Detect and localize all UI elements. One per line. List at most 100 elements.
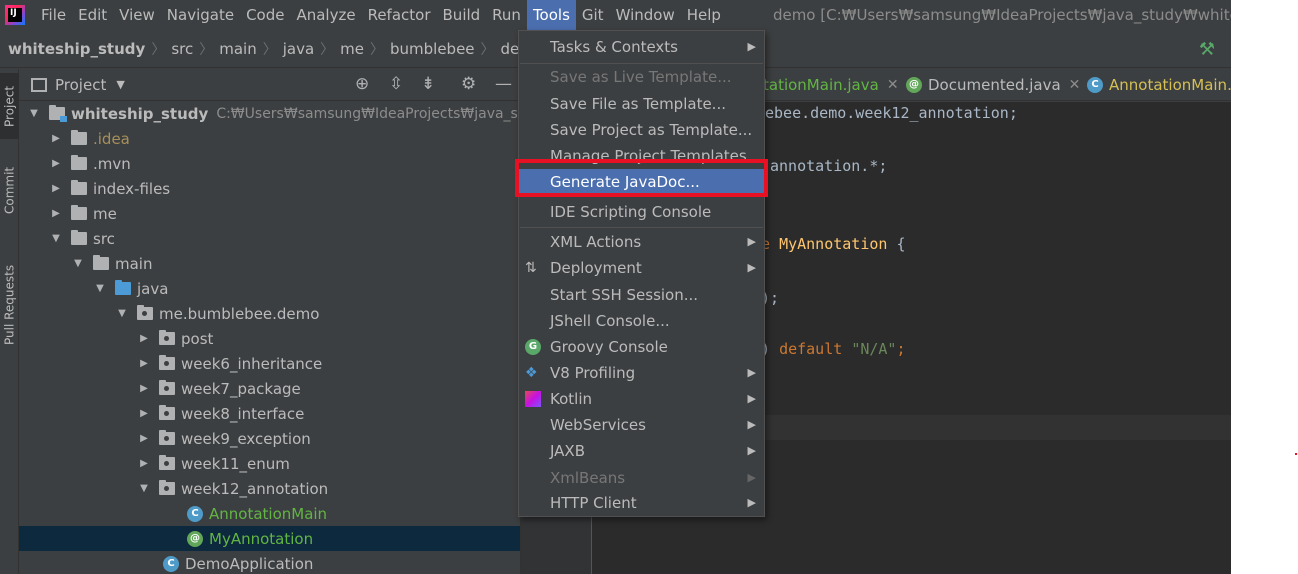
tab-documented-java[interactable]: @ Documented.java ✕ (906, 69, 1080, 101)
tree-row-index-files[interactable]: ▶ index-files (19, 176, 520, 201)
menu-item-label: Deployment (550, 259, 642, 277)
menu-item-label: JAXB (550, 442, 585, 460)
tab-annotation-main-class[interactable]: C AnnotationMain.c (1087, 69, 1231, 101)
submenu-arrow-icon: ▶ (747, 366, 756, 379)
close-icon[interactable]: ✕ (1069, 69, 1081, 101)
hide-panel-icon[interactable]: — (495, 74, 512, 94)
tree-row-annotation-main[interactable]: C AnnotationMain (19, 501, 520, 526)
tree-row-week11[interactable]: ▶ week11_enum (19, 451, 520, 476)
menu-item-label: Save as Live Template... (550, 68, 732, 86)
menu-item-tasks-contexts[interactable]: Tasks & Contexts ▶ (519, 34, 764, 60)
project-panel-header: Project ▼ ⊕ ⇳ ⇟ ⚙ — (19, 69, 520, 101)
tree-row-demo-application[interactable]: C DemoApplication (19, 551, 520, 574)
chevron-right-icon[interactable]: ▶ (49, 133, 63, 144)
stripe-tab-commit[interactable]: Commit (0, 159, 19, 221)
tree-row-mvn[interactable]: ▶ .mvn (19, 151, 520, 176)
menu-item-label: XML Actions (550, 233, 642, 251)
menu-item-deployment[interactable]: ⇅ Deployment ▶ (519, 255, 764, 281)
tree-row-java[interactable]: ▼ java (19, 276, 520, 301)
menu-item-http-client[interactable]: HTTP Client ▶ (519, 490, 764, 516)
chevron-right-icon[interactable]: ▶ (137, 408, 151, 419)
build-hammer-icon[interactable]: ⚒ (1199, 39, 1215, 60)
tree-row-my-annotation[interactable]: @ MyAnnotation (19, 526, 520, 551)
menu-tools[interactable]: Tools (526, 0, 576, 30)
tree-row-idea[interactable]: ▶ .idea (19, 126, 520, 151)
chevron-right-icon[interactable]: ▶ (137, 333, 151, 344)
chevron-down-icon[interactable]: ▼ (116, 78, 124, 91)
tree-row-week7[interactable]: ▶ week7_package (19, 376, 520, 401)
chevron-right-icon[interactable]: ▶ (137, 383, 151, 394)
menu-analyze[interactable]: Analyze (290, 0, 361, 30)
chevron-right-icon[interactable]: ▶ (137, 358, 151, 369)
menu-build[interactable]: Build (437, 0, 487, 30)
menu-refactor[interactable]: Refactor (362, 0, 437, 30)
menu-item-kotlin[interactable]: Kotlin ▶ (519, 386, 764, 412)
menu-code[interactable]: Code (240, 0, 290, 30)
menu-item-label: XmlBeans (550, 469, 626, 487)
breadcrumb-project[interactable]: whiteship_study (8, 40, 145, 58)
menu-item-xml-actions[interactable]: XML Actions ▶ (519, 229, 764, 255)
breadcrumb-src[interactable]: src (171, 40, 193, 58)
chevron-down-icon[interactable]: ▼ (27, 108, 41, 119)
chevron-right-icon[interactable]: ▶ (137, 433, 151, 444)
menu-item-ide-scripting-console[interactable]: IDE Scripting Console (519, 199, 764, 225)
menu-view[interactable]: View (113, 0, 161, 30)
tree-row-week9[interactable]: ▶ week9_exception (19, 426, 520, 451)
menu-item-jaxb[interactable]: JAXB ▶ (519, 438, 764, 464)
menu-run[interactable]: Run (486, 0, 527, 30)
chevron-right-icon[interactable]: ▶ (49, 208, 63, 219)
code-type-name: MyAnnotation (779, 235, 888, 253)
tree-label: src (93, 229, 115, 248)
tree-label: index-files (93, 179, 171, 198)
project-view-icon (31, 77, 47, 92)
menu-navigate[interactable]: Navigate (161, 0, 240, 30)
chevron-right-icon[interactable]: ▶ (137, 458, 151, 469)
breadcrumb-main[interactable]: main (219, 40, 256, 58)
project-panel-title[interactable]: Project (55, 76, 106, 94)
tree-row-week12[interactable]: ▼ week12_annotation (19, 476, 520, 501)
stripe-tab-project[interactable]: Project (0, 73, 19, 139)
stripe-tab-pull-requests[interactable]: Pull Requests (0, 251, 19, 359)
close-icon[interactable]: ✕ (887, 69, 899, 101)
chevron-down-icon[interactable]: ▼ (137, 483, 151, 494)
menu-item-v8-profiling[interactable]: ❖ V8 Profiling ▶ (519, 360, 764, 386)
menu-item-groovy-console[interactable]: G Groovy Console (519, 334, 764, 360)
tree-row-post[interactable]: ▶ post (19, 326, 520, 351)
tree-label: week9_exception (181, 429, 311, 448)
chevron-down-icon[interactable]: ▼ (115, 308, 129, 319)
chevron-right-icon[interactable]: ▶ (49, 183, 63, 194)
breadcrumb-bumblebee[interactable]: bumblebee (390, 40, 475, 58)
menu-item-save-project-template[interactable]: Save Project as Template... (519, 117, 764, 143)
menu-item-jshell-console[interactable]: JShell Console... (519, 308, 764, 334)
chevron-down-icon[interactable]: ▼ (71, 258, 85, 269)
chevron-down-icon[interactable]: ▼ (93, 283, 107, 294)
menu-help[interactable]: Help (681, 0, 727, 30)
breadcrumb-java[interactable]: java (283, 40, 314, 58)
menu-item-save-file-template[interactable]: Save File as Template... (519, 91, 764, 117)
collapse-all-icon[interactable]: ⇟ (421, 74, 435, 94)
tab-annotation-main-java[interactable]: tationMain.java ✕ (763, 69, 899, 101)
chevron-down-icon[interactable]: ▼ (49, 233, 63, 244)
chevron-right-icon[interactable]: ▶ (49, 158, 63, 169)
package-icon (159, 355, 175, 370)
breadcrumb-me[interactable]: me (340, 40, 364, 58)
tree-row-package[interactable]: ▼ me.bumblebee.demo (19, 301, 520, 326)
tree-row-main[interactable]: ▼ main (19, 251, 520, 276)
menu-item-webservices[interactable]: WebServices ▶ (519, 412, 764, 438)
tree-row-week8[interactable]: ▶ week8_interface (19, 401, 520, 426)
menu-edit[interactable]: Edit (72, 0, 113, 30)
expand-all-icon[interactable]: ⇳ (389, 74, 403, 94)
menu-window[interactable]: Window (610, 0, 681, 30)
tree-label: MyAnnotation (209, 529, 314, 548)
menu-item-label: JShell Console... (550, 312, 670, 330)
menu-file[interactable]: File (35, 0, 72, 30)
tree-row-root[interactable]: ▼ whiteship_study C:₩Users₩samsung₩IdeaP… (19, 101, 520, 126)
tree-row-week6[interactable]: ▶ week6_inheritance (19, 351, 520, 376)
menu-item-start-ssh-session[interactable]: Start SSH Session... (519, 282, 764, 308)
locate-file-icon[interactable]: ⊕ (355, 74, 369, 94)
gear-icon[interactable]: ⚙ (461, 74, 476, 94)
menu-item-label: Kotlin (550, 390, 592, 408)
menu-git[interactable]: Git (576, 0, 610, 30)
tree-row-src[interactable]: ▼ src (19, 226, 520, 251)
tree-row-me[interactable]: ▶ me (19, 201, 520, 226)
